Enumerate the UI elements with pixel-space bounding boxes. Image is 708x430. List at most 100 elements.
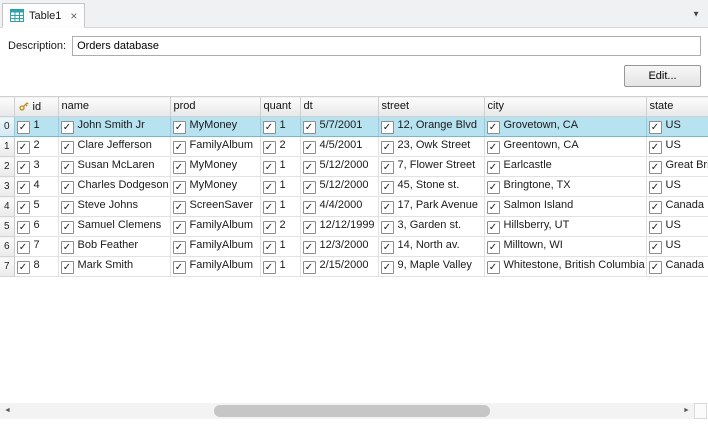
cell[interactable]: ✓MyMoney [170,177,260,197]
cell-checkbox[interactable]: ✓ [61,221,74,234]
cell-checkbox[interactable]: ✓ [61,181,74,194]
cell[interactable]: ✓2 [260,137,300,157]
row-header[interactable]: 0 [0,117,14,137]
column-header-state[interactable]: state [646,97,708,117]
cell-checkbox[interactable]: ✓ [263,201,276,214]
cell-checkbox[interactable]: ✓ [61,241,74,254]
cell[interactable]: ✓US [646,217,708,237]
row-header[interactable]: 5 [0,217,14,237]
scrollbar-track[interactable] [15,403,679,419]
cell-checkbox[interactable]: ✓ [381,241,394,254]
scrollbar-thumb[interactable] [214,405,490,417]
cell[interactable]: ✓1 [260,237,300,257]
cell[interactable]: ✓John Smith Jr [58,117,170,137]
table-row[interactable]: 4✓5✓Steve Johns✓ScreenSaver✓1✓4/4/2000✓1… [0,197,708,217]
cell-checkbox[interactable]: ✓ [173,221,186,234]
cell-checkbox[interactable]: ✓ [17,121,30,134]
cell[interactable]: ✓Canada [646,257,708,277]
cell-checkbox[interactable]: ✓ [303,201,316,214]
row-header[interactable]: 7 [0,257,14,277]
horizontal-scrollbar[interactable]: ◄ ► [0,403,694,419]
cell[interactable]: ✓FamilyAlbum [170,137,260,157]
cell-checkbox[interactable]: ✓ [17,181,30,194]
cell-checkbox[interactable]: ✓ [17,141,30,154]
cell-checkbox[interactable]: ✓ [381,201,394,214]
cell-checkbox[interactable]: ✓ [649,181,662,194]
cell[interactable]: ✓5/12/2000 [300,157,378,177]
cell[interactable]: ✓MyMoney [170,157,260,177]
cell-checkbox[interactable]: ✓ [61,121,74,134]
cell[interactable]: ✓US [646,177,708,197]
cell[interactable]: ✓4/5/2001 [300,137,378,157]
cell[interactable]: ✓9, Maple Valley [378,257,484,277]
table-row[interactable]: 6✓7✓Bob Feather✓FamilyAlbum✓1✓12/3/2000✓… [0,237,708,257]
cell[interactable]: ✓FamilyAlbum [170,257,260,277]
cell[interactable]: ✓Milltown, WI [484,237,646,257]
cell-checkbox[interactable]: ✓ [381,161,394,174]
cell-checkbox[interactable]: ✓ [173,121,186,134]
table-row[interactable]: 7✓8✓Mark Smith✓FamilyAlbum✓1✓2/15/2000✓9… [0,257,708,277]
column-header-prod[interactable]: prod [170,97,260,117]
cell-checkbox[interactable]: ✓ [263,241,276,254]
cell-checkbox[interactable]: ✓ [17,261,30,274]
cell[interactable]: ✓Great Britain [646,157,708,177]
cell-checkbox[interactable]: ✓ [303,261,316,274]
cell-checkbox[interactable]: ✓ [17,241,30,254]
cell[interactable]: ✓3, Garden st. [378,217,484,237]
column-header-city[interactable]: city [484,97,646,117]
cell-checkbox[interactable]: ✓ [649,161,662,174]
table-row[interactable]: 3✓4✓Charles Dodgeson✓MyMoney✓1✓5/12/2000… [0,177,708,197]
cell[interactable]: ✓4 [14,177,58,197]
cell-checkbox[interactable]: ✓ [263,221,276,234]
description-input[interactable] [72,36,701,56]
cell-checkbox[interactable]: ✓ [61,201,74,214]
table-row[interactable]: 0✓1✓John Smith Jr✓MyMoney✓1✓5/7/2001✓12,… [0,117,708,137]
cell[interactable]: ✓8 [14,257,58,277]
cell[interactable]: ✓Canada [646,197,708,217]
cell-checkbox[interactable]: ✓ [173,161,186,174]
cell-checkbox[interactable]: ✓ [649,261,662,274]
cell-checkbox[interactable]: ✓ [381,181,394,194]
cell-checkbox[interactable]: ✓ [487,181,500,194]
row-header[interactable]: 4 [0,197,14,217]
cell-checkbox[interactable]: ✓ [263,181,276,194]
cell[interactable]: ✓Greentown, CA [484,137,646,157]
cell[interactable]: ✓Bob Feather [58,237,170,257]
cell[interactable]: ✓12/12/1999 [300,217,378,237]
cell[interactable]: ✓3 [14,157,58,177]
cell[interactable]: ✓US [646,117,708,137]
cell[interactable]: ✓2 [260,217,300,237]
cell-checkbox[interactable]: ✓ [303,161,316,174]
cell[interactable]: ✓1 [260,157,300,177]
scroll-right-icon[interactable]: ► [679,403,694,419]
cell[interactable]: ✓MyMoney [170,117,260,137]
cell[interactable]: ✓Steve Johns [58,197,170,217]
table-row[interactable]: 1✓2✓Clare Jefferson✓FamilyAlbum✓2✓4/5/20… [0,137,708,157]
cell[interactable]: ✓5 [14,197,58,217]
cell[interactable]: ✓1 [260,117,300,137]
column-header-street[interactable]: street [378,97,484,117]
cell-checkbox[interactable]: ✓ [263,161,276,174]
cell-checkbox[interactable]: ✓ [173,141,186,154]
cell-checkbox[interactable]: ✓ [173,181,186,194]
cell-checkbox[interactable]: ✓ [487,121,500,134]
cell[interactable]: ✓1 [260,257,300,277]
cell-checkbox[interactable]: ✓ [487,221,500,234]
cell-checkbox[interactable]: ✓ [263,121,276,134]
cell-checkbox[interactable]: ✓ [649,221,662,234]
cell[interactable]: ✓45, Stone st. [378,177,484,197]
tab-overflow-icon[interactable]: ▼ [692,9,700,18]
cell[interactable]: ✓Mark Smith [58,257,170,277]
edit-button[interactable]: Edit... [624,65,701,87]
cell[interactable]: ✓4/4/2000 [300,197,378,217]
cell[interactable]: ✓ScreenSaver [170,197,260,217]
cell-checkbox[interactable]: ✓ [487,261,500,274]
cell-checkbox[interactable]: ✓ [61,161,74,174]
cell[interactable]: ✓17, Park Avenue [378,197,484,217]
tab-close-icon[interactable]: × [70,10,77,22]
cell-checkbox[interactable]: ✓ [61,141,74,154]
row-header[interactable]: 1 [0,137,14,157]
cell-checkbox[interactable]: ✓ [263,141,276,154]
cell[interactable]: ✓Grovetown, CA [484,117,646,137]
cell[interactable]: ✓7, Flower Street [378,157,484,177]
